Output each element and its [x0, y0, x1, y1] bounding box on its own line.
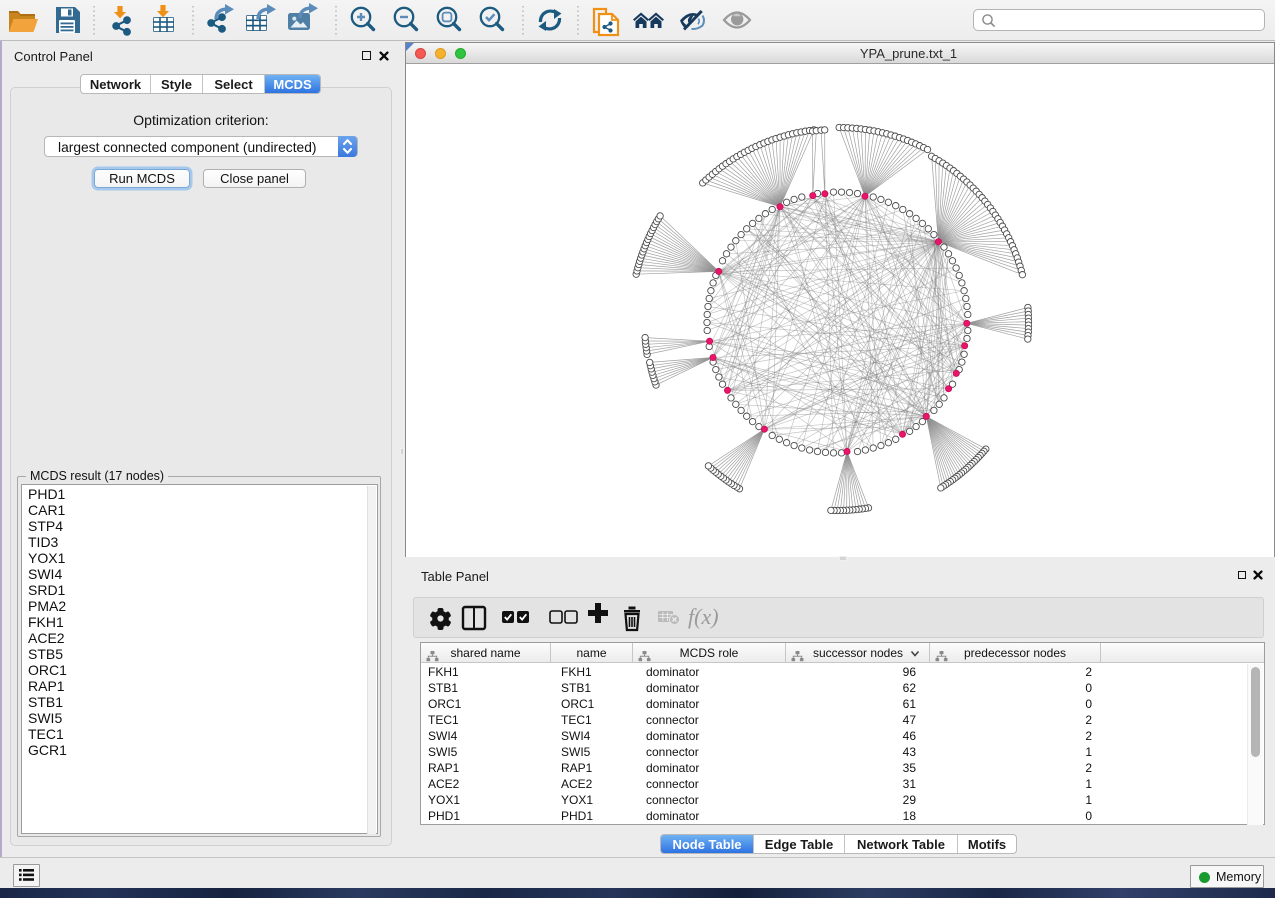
svg-text:f(x): f(x)	[688, 604, 719, 629]
